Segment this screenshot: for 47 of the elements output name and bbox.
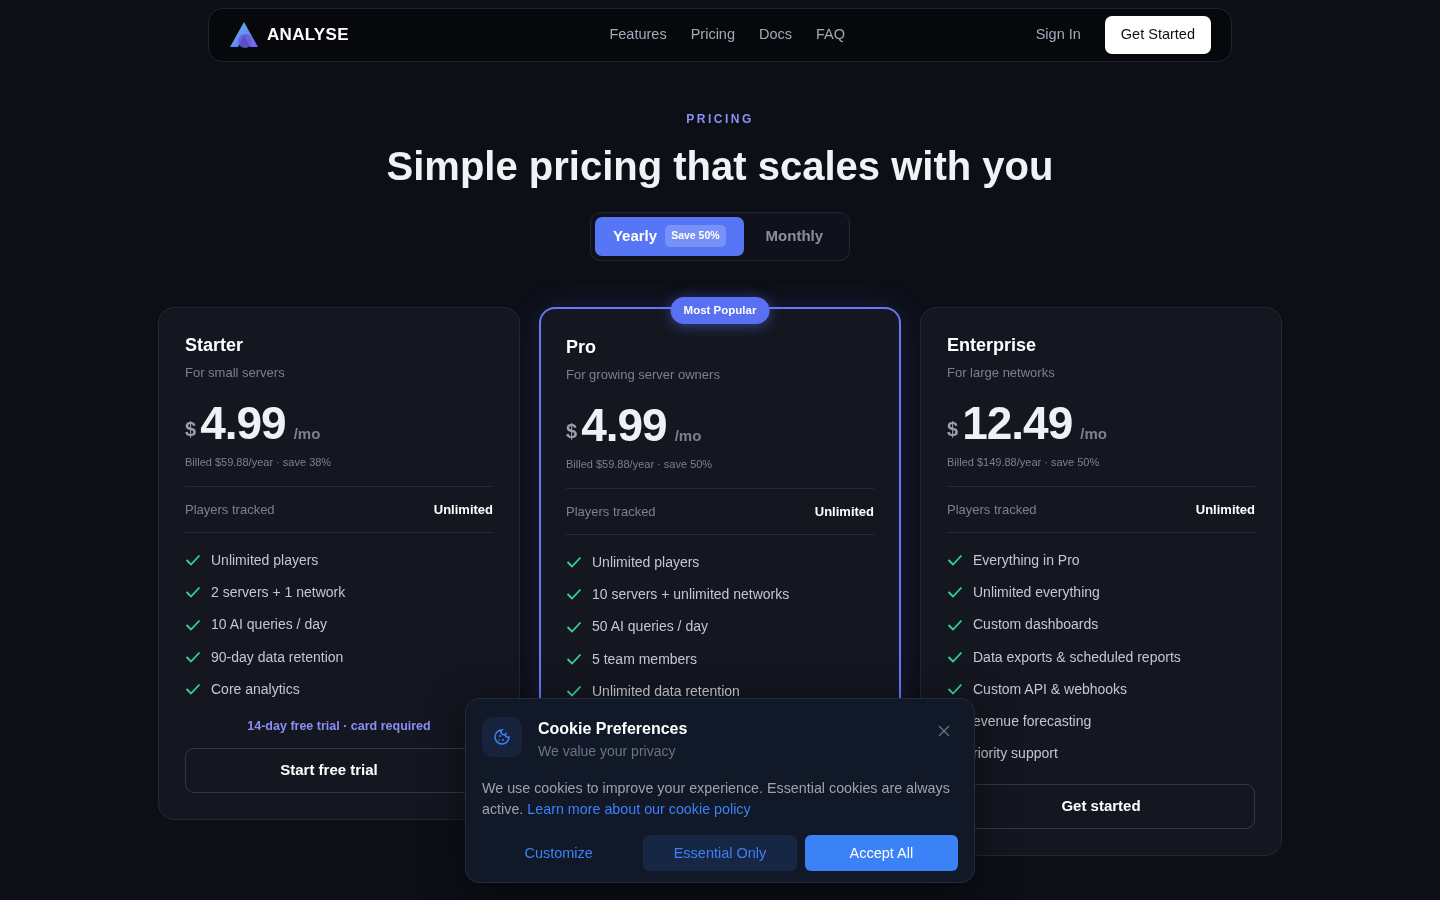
dialog-subtitle: We value your privacy (538, 742, 677, 761)
metric-label: Players tracked (947, 500, 1037, 519)
plan-subtitle: For growing server owners (566, 365, 721, 384)
discount-badge: Save 50% (665, 225, 726, 248)
plan-name: Enterprise (947, 333, 1038, 357)
plan-subtitle: For large networks (947, 363, 1056, 382)
plan-price: 4.99 (581, 402, 667, 448)
metric-label: Players tracked (566, 502, 656, 521)
feature-text: Unlimited everything (973, 582, 1100, 602)
plan-name: Starter (185, 333, 245, 357)
feature-text: 10 servers + unlimited networks (592, 584, 790, 604)
trial-note: 14-day free trial · card required (246, 718, 432, 736)
price-period: /mo (293, 423, 321, 444)
dialog-title: Cookie Preferences (538, 719, 689, 739)
currency-symbol: $ (185, 417, 197, 442)
feature-text: Core analytics (211, 679, 300, 699)
feature-text: Data exports & scheduled reports (973, 647, 1181, 667)
feature-text: 10 AI queries / day (211, 615, 327, 635)
billing-note: Billed $149.88/year · save 50% (947, 455, 1101, 470)
feature-text: Unlimited players (592, 552, 700, 572)
feature-text: evenue forecasting (973, 712, 1092, 732)
currency-symbol: $ (566, 419, 578, 444)
feature-text: Custom dashboards (973, 615, 1099, 635)
page-title: Simple pricing that scales with you (385, 143, 1055, 190)
metric-value: Unlimited (814, 502, 874, 521)
metric-value: Unlimited (1195, 500, 1255, 519)
feature-text: Everything in Pro (973, 550, 1080, 570)
price-period: /mo (674, 425, 702, 446)
feature-text: 2 servers + 1 network (211, 582, 346, 602)
feature-text: 5 team members (592, 649, 698, 669)
plan-subtitle: For small servers (185, 363, 286, 382)
popular-badge: Most Popular (670, 296, 770, 324)
feature-text: Unlimited players (211, 550, 319, 570)
feature-text: Custom API & webhooks (973, 679, 1128, 699)
plan-name: Pro (566, 335, 597, 359)
metric-value: Unlimited (433, 500, 493, 519)
plan-price: 12.49 (962, 400, 1073, 446)
plan-price: 4.99 (200, 400, 286, 446)
currency-symbol: $ (947, 417, 959, 442)
section-eyebrow: PRICING (685, 111, 755, 128)
price-period: /mo (1080, 423, 1107, 444)
metric-label: Players tracked (185, 500, 275, 519)
billing-note: Billed $59.88/year · save 38% (185, 455, 333, 470)
feature-text: Unlimited data retention (592, 681, 740, 701)
feature-text: 90-day data retention (211, 647, 344, 667)
billing-note: Billed $59.88/year · save 50% (566, 457, 714, 472)
feature-text: 50 AI queries / day (592, 617, 708, 637)
